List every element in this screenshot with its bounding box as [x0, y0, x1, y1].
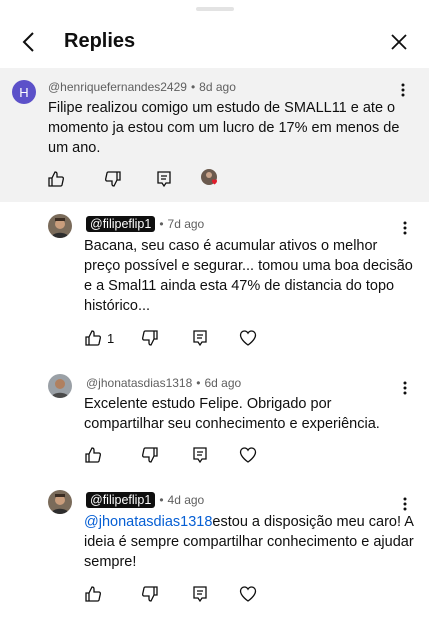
heart-button[interactable] [238, 445, 258, 465]
reply-button[interactable] [190, 584, 210, 604]
kebab-icon [403, 381, 407, 395]
dislike-button[interactable] [103, 169, 123, 189]
top-comment: H @henriquefernandes2429 • 8d ago Filipe r… [0, 68, 429, 202]
dislike-button[interactable] [140, 584, 160, 604]
thumbs-up-icon [85, 330, 101, 346]
thumbs-down-icon [105, 171, 121, 187]
reply-meta: @jhonatasdias1318 • 6d ago [86, 376, 242, 390]
page-title: Replies [64, 30, 136, 52]
chevron-left-icon [22, 32, 34, 52]
drag-handle[interactable] [196, 7, 234, 11]
replies-header: Replies [0, 22, 429, 62]
creator-handle-chip[interactable]: @filipeflip1 [86, 216, 156, 232]
reply-button[interactable] [190, 328, 210, 348]
reply-time: 6d ago [204, 376, 242, 390]
reply-text: @jhonatasdias1318estou a disposição meu … [84, 512, 414, 572]
reply-button[interactable] [154, 169, 174, 189]
reply-text: Bacana, seu caso é acumular ativos o mel… [84, 238, 413, 314]
like-button[interactable] [83, 584, 103, 604]
heart-button[interactable] [238, 328, 258, 348]
reply-icon [193, 447, 207, 464]
thumbs-up-icon [48, 171, 64, 187]
comment-meta: @henriquefernandes2429 • 8d ago [48, 80, 236, 94]
reply-actions [83, 584, 258, 604]
avatar[interactable] [48, 374, 72, 398]
more-options-button[interactable] [395, 494, 415, 514]
dislike-button[interactable] [140, 445, 160, 465]
like-button[interactable] [46, 169, 66, 189]
reply-button[interactable] [190, 445, 210, 465]
kebab-icon [403, 221, 407, 235]
dislike-button[interactable] [140, 328, 160, 348]
thumbs-down-icon [142, 330, 158, 346]
heart-icon [239, 447, 257, 463]
reply-actions [83, 445, 258, 465]
reply-actions: 1 [83, 328, 258, 348]
reply-icon [193, 586, 207, 603]
back-button[interactable] [14, 28, 42, 56]
thumbs-up-icon [85, 586, 101, 602]
like-button[interactable] [83, 445, 103, 465]
reply-meta: @filipeflip1 • 4d ago [86, 492, 204, 508]
reply-meta: @filipeflip1 • 7d ago [86, 216, 204, 232]
kebab-icon [401, 83, 405, 97]
comment-time: 8d ago [199, 80, 236, 94]
heart-icon [239, 586, 257, 602]
reply-icon [157, 171, 171, 188]
heart-button[interactable] [238, 584, 258, 604]
close-icon [391, 34, 407, 50]
avatar[interactable] [48, 214, 72, 238]
creator-heart-icon [200, 168, 220, 188]
like-button[interactable] [83, 328, 103, 348]
thumbs-up-icon [85, 447, 101, 463]
kebab-icon [403, 497, 407, 511]
close-button[interactable] [385, 28, 413, 56]
mention-link[interactable]: @jhonatasdias1318 [84, 514, 212, 530]
thumbs-down-icon [142, 447, 158, 463]
more-options-button[interactable] [395, 218, 415, 238]
comment-author[interactable]: @henriquefernandes2429 [48, 80, 187, 94]
avatar[interactable] [48, 490, 72, 514]
reply-time: 7d ago [167, 217, 205, 231]
reply-text: Excelente estudo Felipe. Obrigado por co… [84, 396, 380, 432]
more-options-button[interactable] [393, 80, 413, 100]
reply-time: 4d ago [167, 493, 205, 507]
reply-icon [193, 330, 207, 347]
like-count: 1 [107, 330, 115, 346]
creator-handle-chip[interactable]: @filipeflip1 [86, 492, 156, 508]
avatar[interactable]: H [12, 80, 36, 104]
heart-icon [240, 330, 257, 346]
thumbs-down-icon [142, 586, 158, 602]
reply-author[interactable]: @jhonatasdias1318 [86, 376, 192, 390]
comment-text: Filipe realizou comigo um estudo de SMAL… [48, 100, 400, 156]
comment-actions [46, 169, 174, 189]
